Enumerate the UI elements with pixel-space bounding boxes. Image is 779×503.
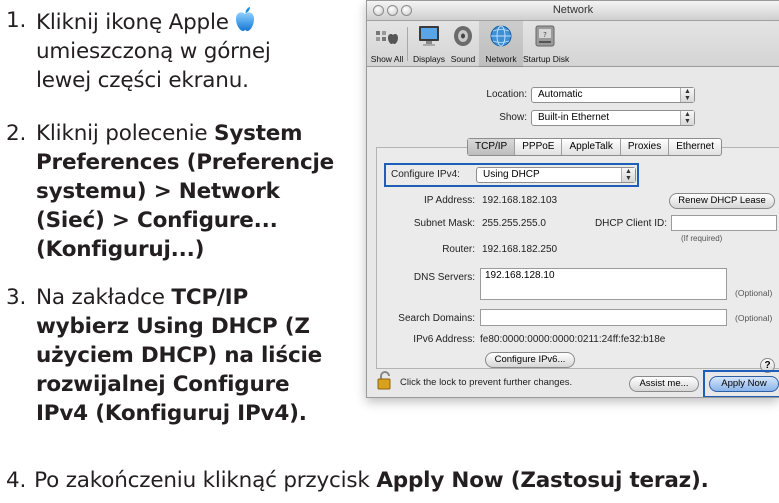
location-value: Automatic [538,89,583,100]
step-3-line-4: rozwijalnej Configure [36,372,290,397]
toolbar-show-all-label: Show All [370,54,404,64]
renew-dhcp-lease-button[interactable]: Renew DHCP Lease [669,193,775,209]
tab-appletalk[interactable]: AppleTalk [562,139,621,155]
router-label: Router: [442,244,475,255]
show-popup[interactable]: Built-in Ethernet ▲ ▼ [531,110,695,126]
sound-icon [454,26,472,46]
show-label: Show: [499,112,527,123]
step-1-line-1: Kliknij ikonę Apple [36,10,229,35]
step-2-line-1: Kliknij polecenie [36,121,215,146]
configure-ipv4-popup[interactable]: Using DHCP ▲ ▼ [476,167,636,183]
subnet-mask-value: 255.255.255.0 [482,218,546,229]
toolbar-network[interactable]: Network [480,23,522,64]
step-2-line-5: (Konfiguruj...) [36,237,205,262]
dhcp-client-id-label: DHCP Client ID: [594,218,667,229]
apply-now-button[interactable]: Apply Now [709,376,779,392]
lock-icon[interactable] [377,370,393,390]
step-4-bold: Apply Now (Zastosuj teraz). [376,468,709,493]
step-1-line-3: lewej części ekranu. [36,68,249,93]
step-4: 4. Po zakończeniu kliknąć przycisk Apply … [6,466,709,496]
ipv6-address-label: IPv6 Address: [413,334,475,345]
configure-ipv6-button[interactable]: Configure IPv6... [485,352,575,368]
toolbar-displays-label: Displays [412,54,446,64]
router-value: 192.168.182.250 [482,244,558,255]
ip-address-label: IP Address: [424,195,475,206]
popup-arrows-icon: ▲ ▼ [680,88,694,102]
toolbar-show-all[interactable]: Show All [369,23,405,64]
apple-icon [235,7,254,31]
svg-text:?: ? [543,31,547,39]
if-required-note: (If required) [681,234,723,243]
toolbar-sound-label: Sound [450,54,476,64]
toolbar-startup-disk[interactable]: ? Startup Disk [523,23,570,64]
subnet-mask-label: Subnet Mask: [413,218,475,229]
toolbar-sound[interactable]: Sound [447,23,479,64]
configure-ipv4-label: Configure IPv4: [391,169,460,180]
configure-ipv4-value: Using DHCP [483,169,540,180]
dns-servers-field[interactable]: 192.168.128.10 [480,268,727,300]
step-4-number: 4. [6,468,27,493]
tab-ethernet[interactable]: Ethernet [669,139,721,155]
tab-pppoe[interactable]: PPPoE [515,139,563,155]
popup-arrows-icon: ▲ ▼ [680,111,694,125]
step-3-number: 3. [6,285,27,310]
step-2-line-4: (Sieć) > Configure... [36,208,278,233]
dhcp-client-id-field[interactable] [671,215,777,231]
location-label: Location: [486,89,527,100]
step-3-line-2: wybierz Using DHCP (Z [36,314,310,339]
displays-icon [419,26,439,46]
step-2-number: 2. [6,121,27,146]
tab-proxies[interactable]: Proxies [621,139,670,155]
assist-me-button[interactable]: Assist me... [629,376,699,392]
network-globe-icon [490,25,512,47]
window-titlebar: Network [367,1,779,21]
preferences-toolbar: Show All Displays Sound Network ? Startu… [367,21,779,67]
show-all-icon [376,31,398,44]
window-title: Network [552,4,594,16]
step-2-line-1-bold: System [214,121,303,146]
network-tabs: TCP/IP PPPoE AppleTalk Proxies Ethernet [467,138,723,156]
startup-disk-icon: ? [535,25,555,47]
ip-address-value: 192.168.182.103 [482,195,558,206]
step-3-line-1: Na zakładce [36,285,172,310]
ipv6-address-value: fe80:0000:0000:0000:0211:24ff:fe32:b18e [480,334,666,345]
network-preferences-window: Network Show All Displays Sound Network … [366,0,779,398]
toolbar-displays[interactable]: Displays [411,23,447,64]
tab-tcp-ip[interactable]: TCP/IP [468,139,516,155]
popup-arrows-icon: ▲ ▼ [621,168,635,182]
toolbar-network-label: Network [485,54,517,64]
step-2-line-3: systemu) > Network [36,179,280,204]
step-2-line-2: Preferences (Preferencje [36,150,335,175]
toolbar-separator [407,27,408,61]
dns-optional-note: (Optional) [735,288,773,298]
step-1-number: 1. [6,8,27,33]
search-optional-note: (Optional) [735,313,773,323]
location-popup[interactable]: Automatic ▲ ▼ [531,87,695,103]
toolbar-startup-disk-label: Startup Disk [523,54,570,64]
step-1-line-2: umieszczoną w górnej [36,39,271,64]
dns-servers-label: DNS Servers: [413,272,475,283]
lock-message: Click the lock to prevent further change… [400,377,573,388]
search-domains-label: Search Domains: [398,313,475,324]
show-value: Built-in Ethernet [538,112,610,123]
step-3-line-3: użyciem DHCP) na liście [36,343,323,368]
step-4-text: Po zakończeniu kliknąć przycisk [34,468,377,493]
step-3-line-1-bold: TCP/IP [171,285,249,310]
search-domains-field[interactable] [480,309,727,326]
step-3-line-5: IPv4 (Konfiguruj IPv4). [36,401,307,426]
